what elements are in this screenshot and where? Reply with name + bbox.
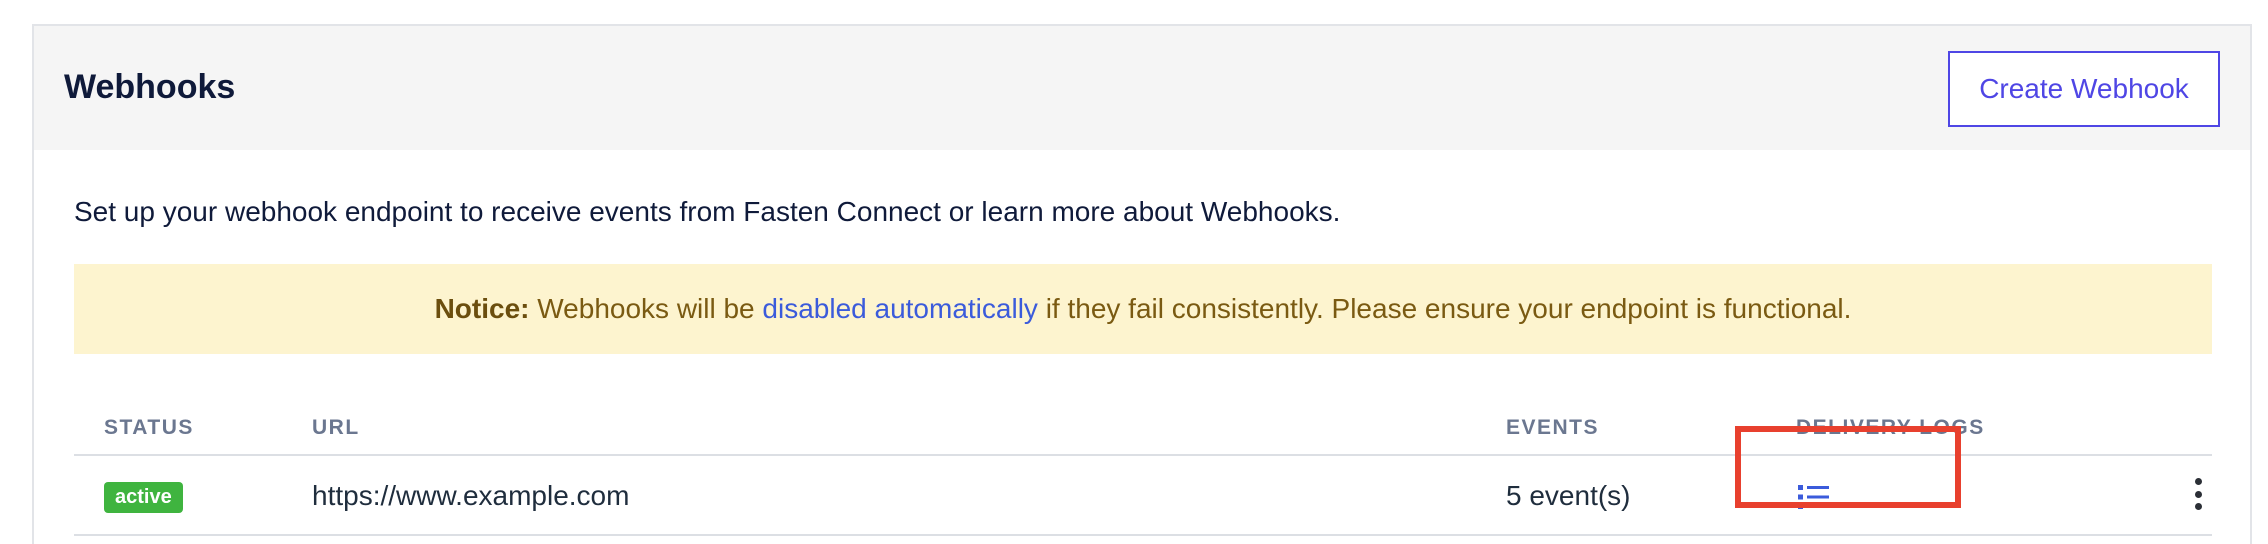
notice-label: Notice:	[434, 293, 530, 324]
column-header-events: EVENTS	[1506, 416, 1600, 439]
card-header: Webhooks Create Webhook	[34, 26, 2250, 150]
column-header-status: STATUS	[104, 416, 194, 439]
more-vertical-icon[interactable]	[2188, 474, 2208, 514]
create-webhook-button[interactable]: Create Webhook	[1948, 51, 2220, 127]
delivery-logs-highlight	[1735, 426, 1961, 508]
intro-text: Set up your webhook endpoint to receive …	[74, 196, 1341, 227]
status-badge: active	[104, 482, 183, 513]
notice-text-after: if they fail consistently. Please ensure…	[1037, 293, 1852, 324]
events-count: 5 event(s)	[1506, 480, 1631, 511]
column-header-url: URL	[312, 416, 360, 439]
webhook-url: https://www.example.com	[312, 480, 630, 511]
notice-banner: Notice: Webhooks will be disabled automa…	[74, 264, 2212, 354]
notice-text-before: Webhooks will be	[529, 293, 763, 324]
disabled-automatically-link[interactable]: disabled automatically	[762, 293, 1038, 324]
page-title: Webhooks	[64, 68, 236, 106]
